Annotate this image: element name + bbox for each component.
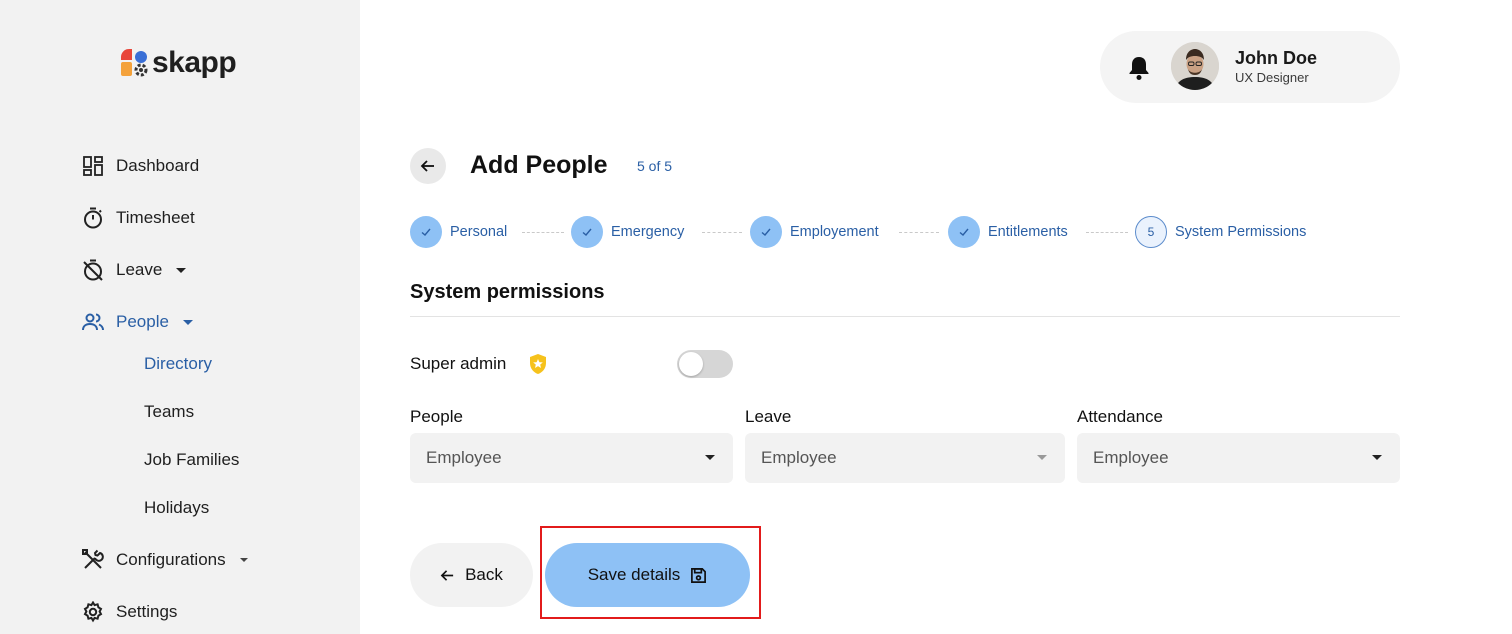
skapp-logo-icon	[121, 49, 148, 77]
sidebar-subitem-job-families[interactable]: Job Families	[144, 450, 239, 470]
section-title: System permissions	[410, 281, 605, 303]
step-system-permissions[interactable]: 5 System Permissions	[1135, 216, 1306, 248]
shield-star-icon	[528, 353, 548, 380]
stopwatch-icon	[82, 207, 104, 229]
check-icon	[571, 216, 603, 248]
save-details-button[interactable]: Save details	[545, 543, 750, 607]
divider	[410, 316, 1400, 317]
save-button-label: Save details	[587, 565, 681, 584]
sidebar-item-label: Timesheet	[116, 208, 195, 227]
brand-logo[interactable]: skapp	[120, 46, 237, 80]
step-connector	[1086, 232, 1128, 233]
check-icon	[948, 216, 980, 248]
step-label: System Permissions	[1175, 224, 1307, 240]
chevron-down-icon	[1372, 455, 1382, 460]
back-arrow-button[interactable]	[410, 148, 446, 184]
user-name: John Doe	[1235, 48, 1318, 68]
step-label: Personal	[450, 224, 508, 240]
select-value: Employee	[761, 448, 837, 467]
sidebar-item-leave[interactable]: Leave	[82, 256, 187, 284]
page-title: Add People	[470, 151, 608, 179]
chevron-down-icon	[239, 558, 248, 562]
user-profile-card[interactable]: John Doe UX Designer	[1100, 31, 1400, 103]
step-label: Employement	[790, 224, 879, 240]
bell-icon[interactable]	[1127, 55, 1151, 86]
dashboard-icon	[82, 155, 104, 177]
arrow-left-icon	[420, 160, 434, 172]
tools-icon	[82, 549, 104, 571]
arrow-left-icon	[440, 569, 454, 581]
step-connector	[522, 232, 564, 233]
sidebar-item-label: Dashboard	[116, 156, 200, 175]
step-emergency[interactable]: Emergency	[571, 216, 684, 248]
sidebar-subitem-holidays[interactable]: Holidays	[144, 498, 209, 518]
back-button[interactable]: Back	[410, 543, 533, 607]
user-role: UX Designer	[1235, 70, 1309, 85]
floppy-disk-icon	[691, 567, 707, 583]
step-label: Entitlements	[988, 224, 1068, 240]
sidebar-item-timesheet[interactable]: Timesheet	[82, 204, 195, 232]
chevron-down-icon	[182, 319, 193, 325]
check-icon	[750, 216, 782, 248]
step-count: 5 of 5	[637, 158, 673, 174]
sidebar-item-people[interactable]: People	[82, 308, 193, 336]
people-icon	[82, 311, 104, 333]
sidebar-item-configurations[interactable]: Configurations	[82, 546, 248, 574]
sidebar-item-label: People	[116, 312, 169, 331]
step-personal[interactable]: Personal	[410, 216, 507, 248]
leave-permission-label: Leave	[745, 407, 792, 426]
step-label: Emergency	[611, 224, 685, 240]
step-connector	[899, 232, 939, 233]
timer-off-icon	[82, 259, 104, 281]
chevron-down-icon	[176, 267, 187, 273]
toggle-knob	[679, 352, 703, 376]
step-entitlements[interactable]: Entitlements	[948, 216, 1068, 248]
leave-permission-select[interactable]: Employee	[745, 433, 1065, 483]
avatar[interactable]	[1171, 42, 1219, 90]
sidebar-subitem-teams[interactable]: Teams	[144, 402, 194, 422]
check-icon	[410, 216, 442, 248]
gear-icon	[82, 601, 104, 623]
super-admin-toggle[interactable]	[677, 350, 733, 378]
sidebar: skapp Dashboard Timesheet Leave People D…	[0, 0, 360, 634]
select-value: Employee	[1093, 448, 1169, 467]
step-connector	[702, 232, 742, 233]
sidebar-item-settings[interactable]: Settings	[82, 598, 177, 626]
super-admin-label: Super admin	[410, 354, 507, 373]
sidebar-item-dashboard[interactable]: Dashboard	[82, 152, 199, 180]
attendance-permission-label: Attendance	[1077, 407, 1164, 426]
sidebar-item-label: Leave	[116, 260, 163, 279]
attendance-permission-select[interactable]: Employee	[1077, 433, 1400, 483]
brand-name: skapp	[152, 46, 237, 79]
sidebar-item-label: Configurations	[116, 550, 226, 569]
back-button-label: Back	[465, 565, 503, 584]
chevron-down-icon	[1037, 455, 1047, 460]
step-employement[interactable]: Employement	[750, 216, 879, 248]
chevron-down-icon	[705, 455, 715, 460]
people-permission-select[interactable]: Employee	[410, 433, 733, 483]
step-number: 5	[1135, 216, 1167, 248]
people-permission-label: People	[410, 407, 463, 426]
select-value: Employee	[426, 448, 502, 467]
sidebar-item-label: Settings	[116, 602, 178, 621]
sidebar-subitem-directory[interactable]: Directory	[144, 354, 212, 374]
